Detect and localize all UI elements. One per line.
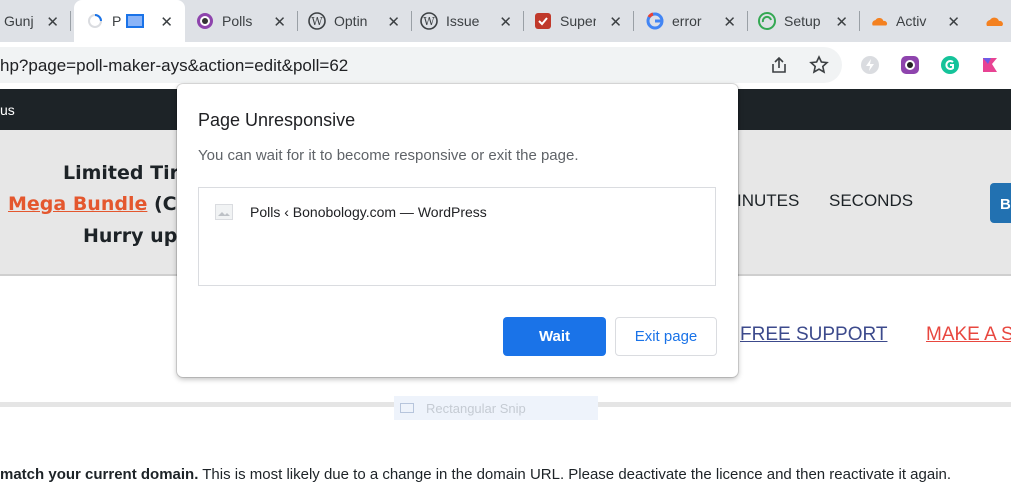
extension-bolt-icon[interactable]	[859, 54, 881, 76]
svg-text:W: W	[311, 15, 323, 28]
tab-title: Optin	[334, 13, 368, 29]
tab-separator	[297, 11, 298, 31]
url-text[interactable]: hp?page=poll-maker-ays&action=edit&poll=…	[0, 56, 348, 76]
tab-title: Setup	[784, 13, 820, 29]
mega-bundle-link[interactable]: Mega Bundle	[8, 193, 147, 215]
snip-label: Rectangular Snip	[426, 400, 526, 416]
close-icon[interactable]: ✕	[160, 13, 173, 31]
tab-activ[interactable]: Activ ✕	[864, 0, 972, 42]
ays-polls-icon	[196, 12, 214, 30]
banner-line-2: Mega Bundle (C	[8, 193, 177, 215]
address-bar[interactable]: hp?page=poll-maker-ays&action=edit&poll=…	[0, 47, 842, 83]
unresponsive-page-title: Polls ‹ Bonobology.com — WordPress	[250, 204, 487, 220]
tab-separator	[70, 11, 71, 31]
tab-separator	[747, 11, 748, 31]
bookmark-star-icon[interactable]	[808, 54, 830, 76]
extension-flag-icon[interactable]	[979, 54, 1001, 76]
tab-title: Super	[560, 13, 596, 29]
tab-setup[interactable]: Setup ✕	[752, 0, 860, 42]
close-icon[interactable]: ✕	[947, 13, 960, 31]
close-icon[interactable]: ✕	[46, 13, 59, 31]
page-unresponsive-dialog: Page Unresponsive You can wait for it to…	[177, 84, 738, 377]
tab-separator	[633, 11, 634, 31]
rectangular-snip-tooltip: Rectangular Snip	[394, 396, 598, 420]
dialog-message: You can wait for it to become responsive…	[198, 147, 579, 164]
screen-share-icon	[126, 14, 144, 28]
free-support-link[interactable]: FREE SUPPORT	[740, 324, 887, 346]
super-icon	[534, 12, 552, 30]
exit-page-button[interactable]: Exit page	[615, 317, 717, 356]
tab-issue[interactable]: W Issue ✕	[414, 0, 524, 42]
tab-super[interactable]: Super ✕	[528, 0, 634, 42]
wait-button[interactable]: Wait	[503, 317, 606, 356]
tab-optin[interactable]: W Optin ✕	[302, 0, 412, 42]
setup-icon	[758, 12, 776, 30]
countdown-minutes-label: INUTES	[737, 191, 800, 210]
snip-icon	[400, 403, 414, 413]
image-placeholder-icon	[215, 204, 233, 220]
licence-notice-text: This is most likely due to a change in t…	[198, 466, 952, 483]
extension-polls-icon[interactable]	[899, 54, 921, 76]
tab-separator	[411, 11, 412, 31]
tab-polls[interactable]: Polls ✕	[190, 0, 298, 42]
countdown-seconds-label: SECONDS	[829, 191, 914, 210]
close-icon[interactable]: ✕	[273, 13, 286, 31]
banner-buy-button[interactable]: B	[990, 183, 1011, 223]
dialog-title: Page Unresponsive	[198, 110, 356, 130]
tab-separator	[523, 11, 524, 31]
google-icon	[646, 12, 664, 30]
tab-active[interactable]: P ✕	[74, 0, 185, 42]
make-a-suggestion-link[interactable]: MAKE A S	[926, 324, 1011, 346]
banner-line-2-suffix: (C	[147, 193, 177, 215]
loading-spinner-icon	[86, 12, 104, 30]
close-icon[interactable]: ✕	[499, 13, 512, 31]
tab-gunj[interactable]: Gunj ✕	[0, 0, 71, 42]
tab-title: Polls	[222, 13, 253, 29]
tab-strip: Gunj ✕ P ✕ Polls ✕ W Optin ✕ W Issue ✕ S…	[0, 0, 1011, 42]
tab-title: Gunj	[4, 13, 34, 29]
tab-separator	[859, 11, 860, 31]
close-icon[interactable]: ✕	[723, 13, 736, 31]
unresponsive-page-list: Polls ‹ Bonobology.com — WordPress	[198, 187, 716, 286]
wordpress-icon: W	[420, 12, 438, 30]
svg-text:W: W	[423, 15, 435, 28]
licence-notice: match your current domain. This is most …	[0, 466, 951, 483]
share-icon[interactable]	[768, 54, 790, 76]
cloudflare-icon	[870, 12, 888, 30]
browser-toolbar: hp?page=poll-maker-ays&action=edit&poll=…	[0, 42, 1011, 90]
wordpress-icon: W	[308, 12, 326, 30]
list-item: Polls ‹ Bonobology.com — WordPress	[215, 204, 487, 220]
grammarly-icon[interactable]	[939, 54, 961, 76]
close-icon[interactable]: ✕	[387, 13, 400, 31]
licence-notice-bold: match your current domain.	[0, 466, 199, 483]
tab-error[interactable]: error ✕	[640, 0, 748, 42]
tab-title: Issue	[446, 13, 480, 29]
tab-title: error	[672, 13, 702, 29]
tab-title: P	[112, 13, 122, 29]
close-icon[interactable]: ✕	[835, 13, 848, 31]
banner-line-1: Limited Tir	[63, 162, 179, 184]
close-icon[interactable]: ✕	[609, 13, 622, 31]
tab-title: Activ	[896, 13, 927, 29]
admin-bar-item[interactable]: us	[0, 102, 15, 118]
cloudflare-icon[interactable]	[984, 14, 1004, 33]
banner-line-3: Hurry up	[83, 225, 178, 247]
